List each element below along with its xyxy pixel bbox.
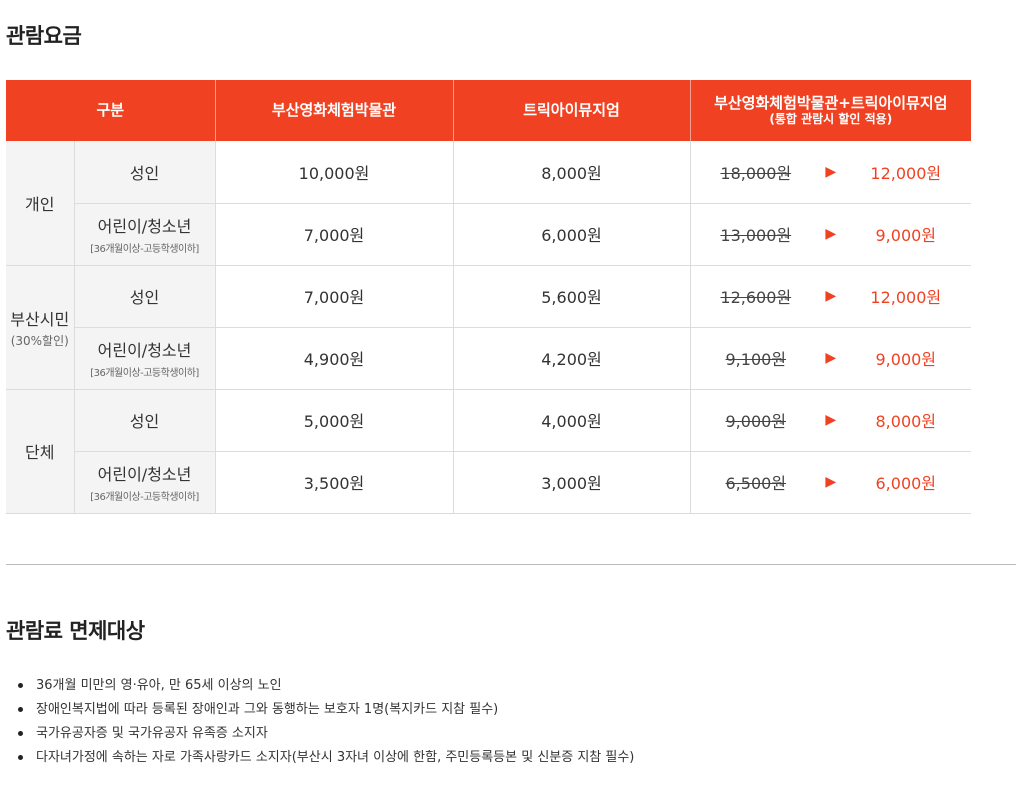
table-row: 개인 성인 10,000원 8,000원 18,000원 ▶ 12,000원 bbox=[6, 141, 972, 266]
price-combined: 9,100원 ▶ 9,000원 bbox=[690, 327, 972, 390]
list-item-text: 36개월 미만의 영·유아, 만 65세 이상의 노인 bbox=[36, 678, 282, 693]
header-category: 구분 bbox=[6, 80, 216, 141]
list-item-text: 장애인복지법에 따라 등록된 장애인과 그와 동행하는 보호자 1명(복지카드 … bbox=[36, 702, 499, 717]
bullet-icon bbox=[18, 683, 23, 688]
table-row: 단체 성인 5,000원 4,000원 9,000원 ▶ 8,000원 bbox=[6, 389, 972, 514]
header-trickeye: 트릭아이뮤지엄 bbox=[453, 80, 691, 141]
arrow-right-icon: ▶ bbox=[825, 226, 837, 242]
bullet-icon bbox=[18, 731, 23, 736]
bullet-icon bbox=[18, 755, 23, 760]
group-label: 단체 bbox=[25, 443, 55, 462]
list-item: 국가유공자증 및 국가유공자 유족증 소지자 bbox=[18, 724, 634, 748]
discounted-price: 9,000원 bbox=[875, 350, 937, 369]
header-combined: 부산영화체험박물관+트릭아이뮤지엄 (통합 관람시 할인 적용) bbox=[690, 80, 972, 141]
table-row: 부산시민 (30%할인) 성인 7,000원 5,600원 12,600원 ▶ … bbox=[6, 265, 972, 390]
header-museum: 부산영화체험박물관 bbox=[215, 80, 454, 141]
ticket-type-cell: 어린이/청소년 [36개월이상-고등학생이하] bbox=[74, 203, 216, 266]
price-museum: 4,900원 bbox=[215, 327, 454, 390]
table-row: 어린이/청소년 [36개월이상-고등학생이하] 3,500원 3,000원 6,… bbox=[6, 451, 972, 514]
price-trickeye: 4,000원 bbox=[453, 389, 691, 452]
list-item-text: 국가유공자증 및 국가유공자 유족증 소지자 bbox=[36, 726, 268, 741]
section-divider bbox=[6, 564, 1016, 565]
list-item: 36개월 미만의 영·유아, 만 65세 이상의 노인 bbox=[18, 676, 634, 700]
price-museum: 3,500원 bbox=[215, 451, 454, 514]
ticket-type-cell: 성인 bbox=[74, 389, 216, 452]
arrow-right-icon: ▶ bbox=[825, 412, 837, 428]
price-museum: 7,000원 bbox=[215, 203, 454, 266]
bullet-icon bbox=[18, 707, 23, 712]
list-item: 장애인복지법에 따라 등록된 장애인과 그와 동행하는 보호자 1명(복지카드 … bbox=[18, 700, 634, 724]
list-item-text: 다자녀가정에 속하는 자로 가족사랑카드 소지자(부산시 3자녀 이상에 한함,… bbox=[36, 750, 635, 765]
group-cell: 단체 bbox=[6, 389, 75, 514]
price-museum: 7,000원 bbox=[215, 265, 454, 328]
group-label: 개인 bbox=[25, 194, 55, 214]
section-title-fees: 관람요금 bbox=[6, 24, 82, 48]
discounted-price: 6,000원 bbox=[875, 474, 937, 493]
discounted-price: 12,000원 bbox=[870, 163, 942, 183]
arrow-right-icon: ▶ bbox=[825, 350, 837, 366]
discounted-price: 12,000원 bbox=[870, 288, 942, 307]
ticket-type-label: 성인 bbox=[129, 288, 160, 307]
age-note: [36개월이상-고등학생이하] bbox=[90, 244, 199, 255]
header-combined-title: 부산영화체험박물관+트릭아이뮤지엄 bbox=[714, 93, 948, 112]
price-combined: 9,000원 ▶ 8,000원 bbox=[690, 389, 972, 452]
age-note: [36개월이상-고등학생이하] bbox=[90, 368, 199, 379]
price-trickeye: 8,000원 bbox=[453, 141, 691, 204]
ticket-type-label: 성인 bbox=[129, 163, 160, 183]
arrow-right-icon: ▶ bbox=[825, 474, 837, 490]
price-museum: 5,000원 bbox=[215, 389, 454, 452]
table-row: 어린이/청소년 [36개월이상-고등학생이하] 4,900원 4,200원 9,… bbox=[6, 327, 972, 390]
arrow-right-icon: ▶ bbox=[825, 163, 837, 180]
group-label: 부산시민 bbox=[10, 309, 70, 329]
ticket-type-cell: 성인 bbox=[74, 141, 216, 204]
ticket-type-label: 어린이/청소년 bbox=[97, 341, 192, 360]
discounted-price: 8,000원 bbox=[875, 412, 937, 431]
original-price: 9,000원 bbox=[725, 412, 787, 431]
original-price: 9,100원 bbox=[725, 350, 787, 369]
exemption-list: 36개월 미만의 영·유아, 만 65세 이상의 노인 장애인복지법에 따라 등… bbox=[18, 676, 634, 772]
ticket-type-label: 성인 bbox=[129, 412, 160, 431]
price-trickeye: 4,200원 bbox=[453, 327, 691, 390]
ticket-type-label: 어린이/청소년 bbox=[97, 465, 192, 484]
original-price: 18,000원 bbox=[720, 163, 792, 183]
price-combined: 13,000원 ▶ 9,000원 bbox=[690, 203, 972, 266]
price-combined: 6,500원 ▶ 6,000원 bbox=[690, 451, 972, 514]
arrow-right-icon: ▶ bbox=[825, 288, 837, 304]
group-cell: 개인 bbox=[6, 141, 75, 266]
table-header-row: 구분 부산영화체험박물관 트릭아이뮤지엄 부산영화체험박물관+트릭아이뮤지엄 (… bbox=[6, 80, 972, 141]
group-note: (30%할인) bbox=[10, 333, 69, 348]
list-item: 다자녀가정에 속하는 자로 가족사랑카드 소지자(부산시 3자녀 이상에 한함,… bbox=[18, 748, 634, 772]
price-museum: 10,000원 bbox=[215, 141, 454, 204]
price-combined: 12,600원 ▶ 12,000원 bbox=[690, 265, 972, 328]
section-title-exemptions: 관람료 면제대상 bbox=[6, 619, 145, 643]
price-trickeye: 3,000원 bbox=[453, 451, 691, 514]
group-cell: 부산시민 (30%할인) bbox=[6, 265, 75, 390]
discounted-price: 9,000원 bbox=[875, 226, 937, 245]
ticket-type-label: 어린이/청소년 bbox=[97, 217, 192, 236]
original-price: 13,000원 bbox=[720, 226, 792, 245]
ticket-type-cell: 성인 bbox=[74, 265, 216, 328]
ticket-type-cell: 어린이/청소년 [36개월이상-고등학생이하] bbox=[74, 451, 216, 514]
age-note: [36개월이상-고등학생이하] bbox=[90, 492, 199, 503]
price-trickeye: 6,000원 bbox=[453, 203, 691, 266]
fee-table: 구분 부산영화체험박물관 트릭아이뮤지엄 부산영화체험박물관+트릭아이뮤지엄 (… bbox=[6, 80, 972, 514]
original-price: 12,600원 bbox=[720, 288, 792, 307]
ticket-type-cell: 어린이/청소년 [36개월이상-고등학생이하] bbox=[74, 327, 216, 390]
table-row: 어린이/청소년 [36개월이상-고등학생이하] 7,000원 6,000원 13… bbox=[6, 203, 972, 266]
price-combined: 18,000원 ▶ 12,000원 bbox=[690, 141, 972, 204]
original-price: 6,500원 bbox=[725, 474, 787, 493]
header-combined-subtitle: (통합 관람시 할인 적용) bbox=[769, 112, 893, 127]
price-trickeye: 5,600원 bbox=[453, 265, 691, 328]
